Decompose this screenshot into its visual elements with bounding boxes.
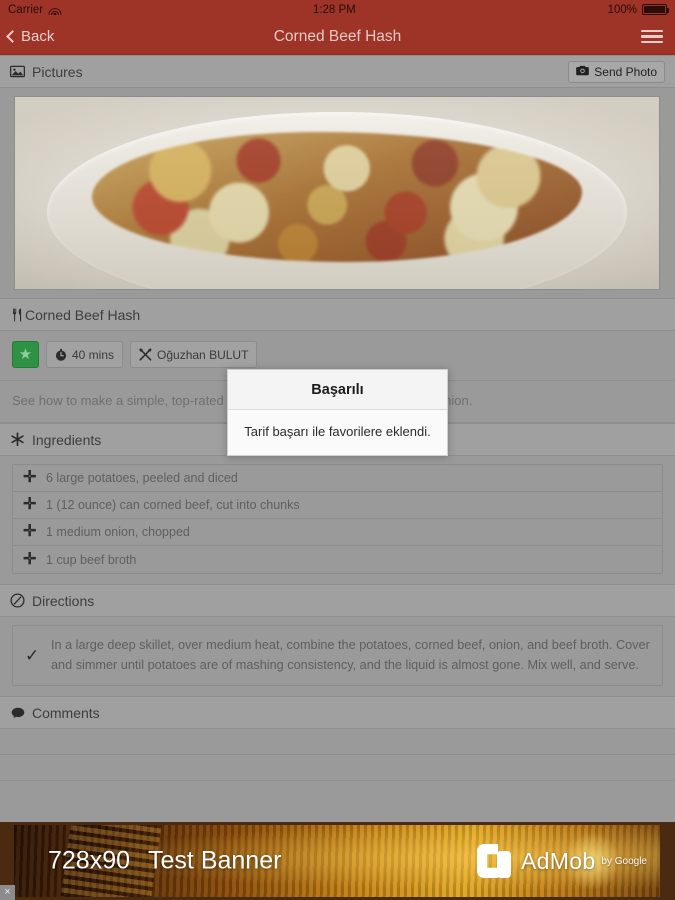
ad-banner[interactable]: 728x90 Test Banner AdMob by Google × <box>0 822 675 900</box>
plus-icon: ✛ <box>23 523 37 540</box>
check-icon: ✓ <box>25 646 40 666</box>
list-item[interactable]: ✛ 6 large potatoes, peeled and diced <box>13 465 662 492</box>
battery-percent-label: 100% <box>607 3 637 16</box>
admob-name-label: AdMob <box>521 847 596 874</box>
success-dialog: Başarılı Tarif başarı ile favorilere ekl… <box>227 369 448 456</box>
comment-placeholder-row <box>0 755 675 782</box>
photo-glare <box>15 97 659 289</box>
star-icon: ★ <box>18 346 33 363</box>
send-photo-label: Send Photo <box>594 64 657 79</box>
send-photo-button[interactable]: Send Photo <box>568 60 665 83</box>
ad-banner-text: 728x90 Test Banner <box>48 847 281 876</box>
comments-section-header: Comments <box>0 696 675 730</box>
clock-icon <box>55 348 67 361</box>
admob-logo-icon <box>477 844 512 878</box>
favorite-button[interactable]: ★ <box>12 341 39 368</box>
app-root: Carrier 1:28 PM 100% Back Corned Beef Ha… <box>0 0 675 900</box>
list-item[interactable]: ✛ 1 (12 ounce) can corned beef, cut into… <box>13 492 662 519</box>
ingredient-label: 1 cup beef broth <box>46 552 137 567</box>
ad-test-label: Test Banner <box>148 846 282 875</box>
plus-icon: ✛ <box>23 496 37 513</box>
admob-by-label: by Google <box>601 855 647 867</box>
page-title: Corned Beef Hash <box>273 27 402 45</box>
plus-icon: ✛ <box>23 550 37 568</box>
ingredient-label: 1 (12 ounce) can corned beef, cut into c… <box>46 498 300 512</box>
crossed-utensils-icon <box>139 348 152 361</box>
status-bar-left: Carrier <box>8 3 62 16</box>
ingredients-list: ✛ 6 large potatoes, peeled and diced ✛ 1… <box>12 464 663 574</box>
close-icon: × <box>4 886 11 898</box>
dialog-title: Başarılı <box>228 370 447 410</box>
recipe-photo-container <box>0 88 675 298</box>
recipe-title-header: Corned Beef Hash <box>0 298 675 331</box>
ingredient-label: 6 large potatoes, peeled and diced <box>46 471 238 485</box>
cook-time-label: 40 mins <box>72 347 115 362</box>
pictures-section-label: Pictures <box>32 63 83 80</box>
fork-knife-icon <box>10 307 25 322</box>
wifi-icon <box>48 5 62 15</box>
ad-close-button[interactable]: × <box>0 885 15 900</box>
directions-section-header: Directions <box>0 584 675 617</box>
battery-full-icon <box>641 4 670 15</box>
clock-outline-icon <box>10 593 25 608</box>
recipe-photo[interactable] <box>14 96 660 290</box>
comments-section-label: Comments <box>32 704 100 721</box>
chevron-left-icon <box>6 29 19 43</box>
camera-icon <box>576 65 590 79</box>
cook-time-badge: 40 mins <box>46 341 124 368</box>
ad-size-label: 728x90 <box>48 846 131 875</box>
list-item[interactable]: ✛ 1 medium onion, chopped <box>13 519 662 546</box>
navigation-bar: Back Corned Beef Hash <box>0 19 675 55</box>
plus-icon: ✛ <box>23 469 37 486</box>
ingredients-section-label: Ingredients <box>32 431 102 448</box>
status-bar: Carrier 1:28 PM 100% <box>0 0 675 19</box>
directions-section-label: Directions <box>32 592 95 609</box>
author-label: Oğuzhan BULUT <box>157 347 249 362</box>
admob-brand: AdMob by Google <box>477 844 647 878</box>
list-item[interactable]: ✛ 1 cup beef broth <box>13 546 662 573</box>
comment-icon <box>10 705 25 720</box>
comments-empty-area <box>0 729 675 782</box>
back-button-label: Back <box>21 28 55 45</box>
author-badge: Oğuzhan BULUT <box>130 341 258 368</box>
hamburger-menu-icon[interactable] <box>641 29 675 44</box>
directions-list-container: ✓ In a large deep skillet, over medium h… <box>0 617 675 697</box>
ingredients-list-container: ✛ 6 large potatoes, peeled and diced ✛ 1… <box>0 456 675 584</box>
asterisk-icon <box>10 432 25 447</box>
direction-step-label: In a large deep skillet, over medium hea… <box>51 638 650 672</box>
comment-placeholder-row <box>0 729 675 756</box>
directions-list: ✓ In a large deep skillet, over medium h… <box>12 625 663 687</box>
recipe-title-label: Corned Beef Hash <box>25 306 141 323</box>
status-bar-time: 1:28 PM <box>312 3 356 16</box>
carrier-label: Carrier <box>8 3 44 16</box>
ingredient-label: 1 medium onion, chopped <box>46 525 190 539</box>
back-button[interactable]: Back <box>0 28 54 45</box>
status-bar-right: 100% <box>607 3 670 16</box>
dialog-message: Tarif başarı ile favorilere eklendi. <box>228 410 447 455</box>
picture-icon <box>10 64 25 79</box>
pictures-section-header: Pictures Send Photo <box>0 55 675 88</box>
list-item[interactable]: ✓ In a large deep skillet, over medium h… <box>13 626 662 685</box>
